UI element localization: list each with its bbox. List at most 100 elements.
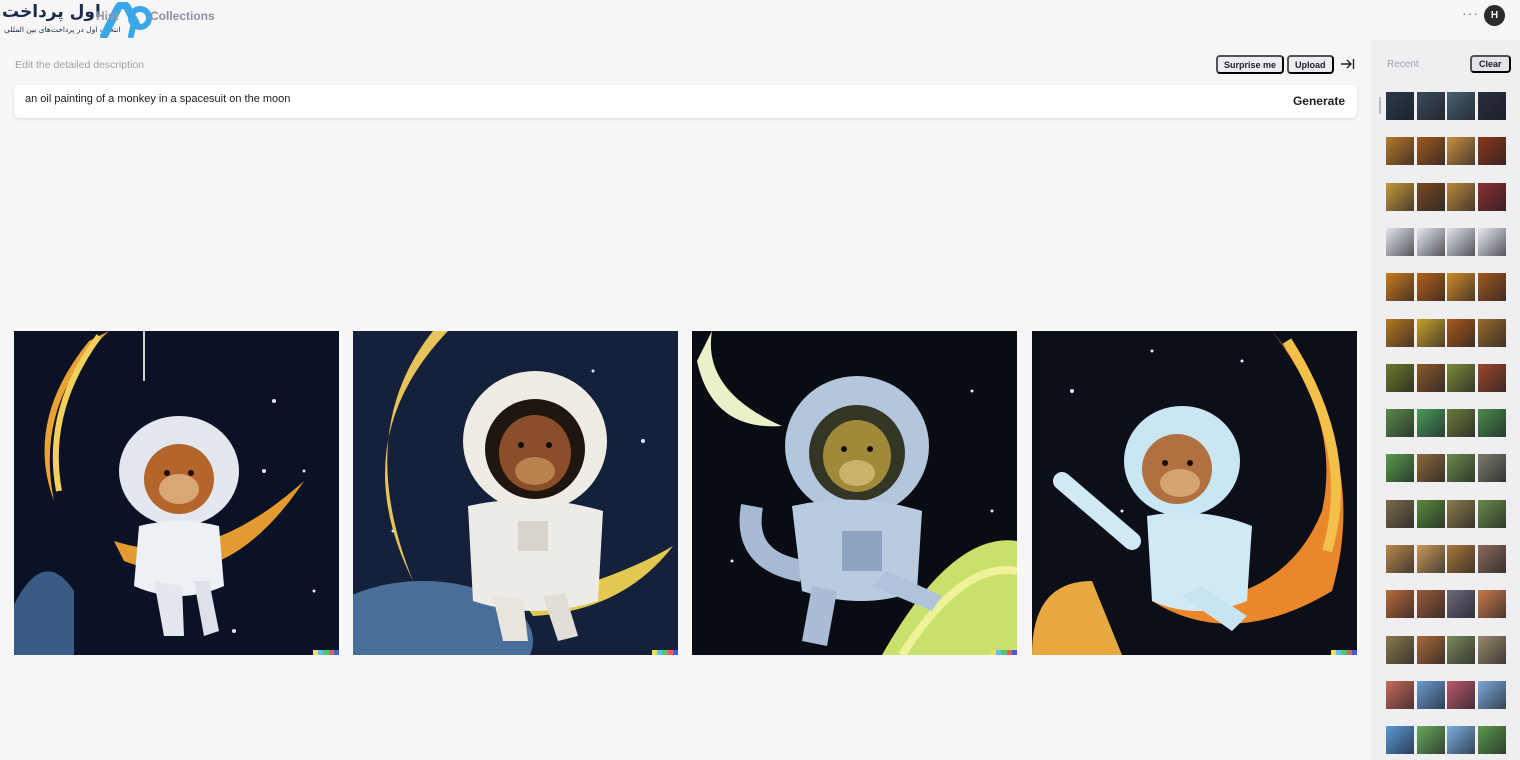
recent-thumbnail[interactable] bbox=[1477, 636, 1506, 664]
monkey-artwork-1 bbox=[14, 331, 339, 655]
upload-button[interactable]: Upload bbox=[1287, 55, 1334, 74]
recent-generation-row[interactable] bbox=[1386, 636, 1506, 664]
recent-thumbnail[interactable] bbox=[1386, 545, 1414, 573]
recent-thumbnail[interactable] bbox=[1477, 228, 1506, 256]
recent-thumbnail[interactable] bbox=[1447, 137, 1475, 165]
recent-thumbnail[interactable] bbox=[1477, 454, 1506, 482]
recent-generation-row[interactable] bbox=[1386, 409, 1506, 437]
monkey-artwork-4 bbox=[1032, 331, 1357, 655]
recent-thumbnail[interactable] bbox=[1386, 409, 1414, 437]
recent-thumbnail[interactable] bbox=[1477, 590, 1506, 618]
generate-button[interactable]: Generate bbox=[1293, 94, 1345, 108]
recent-thumbnail[interactable] bbox=[1416, 500, 1445, 528]
recent-thumbnail[interactable] bbox=[1477, 92, 1506, 120]
recent-thumbnail[interactable] bbox=[1477, 500, 1506, 528]
recent-generation-row[interactable] bbox=[1386, 454, 1506, 482]
recent-thumbnail[interactable] bbox=[1447, 636, 1475, 664]
recent-thumbnail[interactable] bbox=[1477, 364, 1506, 392]
avatar-initial: H bbox=[1490, 10, 1499, 21]
nav-history-link[interactable]: Hist bbox=[96, 9, 119, 23]
prompt-label: Edit the detailed description bbox=[15, 59, 144, 71]
result-image-1[interactable] bbox=[14, 331, 339, 655]
signature-bar bbox=[652, 650, 678, 655]
recent-thumbnail[interactable] bbox=[1447, 545, 1475, 573]
recent-thumbnail[interactable] bbox=[1447, 364, 1475, 392]
recent-thumbnail[interactable] bbox=[1447, 454, 1475, 482]
recent-generation-row[interactable] bbox=[1386, 545, 1506, 573]
result-image-2[interactable] bbox=[353, 331, 678, 655]
recent-thumbnail[interactable] bbox=[1447, 681, 1475, 709]
recent-thumbnail[interactable] bbox=[1447, 273, 1475, 301]
recent-thumbnail[interactable] bbox=[1386, 500, 1414, 528]
brand-logo[interactable]: اول پرداخت انتخاب اول در پرداخت‌های بین … bbox=[0, 0, 155, 40]
recent-generation-row[interactable] bbox=[1386, 183, 1506, 211]
recent-thumbnail[interactable] bbox=[1477, 319, 1506, 347]
recent-thumbnail[interactable] bbox=[1386, 137, 1414, 165]
recent-thumbnail[interactable] bbox=[1416, 364, 1445, 392]
recent-thumbnail[interactable] bbox=[1386, 319, 1414, 347]
result-image-4[interactable] bbox=[1032, 331, 1357, 655]
recent-thumbnail[interactable] bbox=[1416, 183, 1445, 211]
recent-thumbnail[interactable] bbox=[1447, 500, 1475, 528]
user-avatar[interactable]: H bbox=[1484, 5, 1505, 26]
recent-thumbnail[interactable] bbox=[1386, 636, 1414, 664]
top-bar: اول پرداخت انتخاب اول در پرداخت‌های بین … bbox=[0, 0, 1520, 38]
recent-generation-row[interactable] bbox=[1386, 500, 1506, 528]
recent-thumbnail[interactable] bbox=[1477, 273, 1506, 301]
recent-thumbnail[interactable] bbox=[1447, 409, 1475, 437]
recent-thumbnail[interactable] bbox=[1416, 92, 1445, 120]
recent-generation-row[interactable] bbox=[1386, 273, 1506, 301]
prompt-input[interactable] bbox=[25, 93, 1125, 105]
recent-thumbnail[interactable] bbox=[1386, 726, 1414, 754]
recent-thumbnail[interactable] bbox=[1386, 92, 1414, 120]
recent-generation-row[interactable] bbox=[1386, 92, 1506, 120]
recent-thumbnail[interactable] bbox=[1416, 590, 1445, 618]
recent-thumbnail[interactable] bbox=[1386, 364, 1414, 392]
recent-thumbnail[interactable] bbox=[1416, 545, 1445, 573]
recent-thumbnail[interactable] bbox=[1416, 454, 1445, 482]
recent-thumbnail[interactable] bbox=[1386, 454, 1414, 482]
monkey-artwork-3 bbox=[692, 331, 1017, 655]
recent-generation-row[interactable] bbox=[1386, 228, 1506, 256]
recent-thumbnail[interactable] bbox=[1386, 183, 1414, 211]
signature-swatch bbox=[1011, 650, 1017, 655]
recent-thumbnail[interactable] bbox=[1416, 636, 1445, 664]
recent-generation-row[interactable] bbox=[1386, 319, 1506, 347]
recent-thumbnail[interactable] bbox=[1416, 228, 1445, 256]
recent-thumbnail[interactable] bbox=[1477, 545, 1506, 573]
recent-thumbnail[interactable] bbox=[1386, 590, 1414, 618]
recent-thumbnail[interactable] bbox=[1447, 726, 1475, 754]
recent-thumbnail[interactable] bbox=[1477, 726, 1506, 754]
recent-generation-row[interactable] bbox=[1386, 681, 1506, 709]
clear-recent-button[interactable]: Clear bbox=[1470, 55, 1511, 73]
recent-thumbnail[interactable] bbox=[1416, 681, 1445, 709]
recent-thumbnail[interactable] bbox=[1416, 726, 1445, 754]
recent-thumbnail[interactable] bbox=[1386, 681, 1414, 709]
recent-generation-row[interactable] bbox=[1386, 590, 1506, 618]
recent-thumbnail[interactable] bbox=[1416, 319, 1445, 347]
recent-thumbnail[interactable] bbox=[1416, 273, 1445, 301]
recent-generation-row[interactable] bbox=[1386, 726, 1506, 754]
recent-thumbnail[interactable] bbox=[1477, 409, 1506, 437]
recent-thumbnail[interactable] bbox=[1477, 681, 1506, 709]
more-options-icon[interactable]: ··· bbox=[1462, 5, 1479, 21]
surprise-me-button[interactable]: Surprise me bbox=[1216, 55, 1285, 74]
recent-thumbnail[interactable] bbox=[1447, 183, 1475, 211]
recent-thumbnail[interactable] bbox=[1447, 319, 1475, 347]
recent-thumbnail[interactable] bbox=[1416, 137, 1445, 165]
signature-swatch bbox=[333, 650, 339, 655]
recent-thumbnail[interactable] bbox=[1447, 92, 1475, 120]
recent-thumbnail[interactable] bbox=[1386, 228, 1414, 256]
recent-generation-row[interactable] bbox=[1386, 364, 1506, 392]
collapse-sidebar-icon[interactable] bbox=[1340, 57, 1355, 71]
recent-thumbnail[interactable] bbox=[1447, 590, 1475, 618]
recent-thumbnail[interactable] bbox=[1477, 137, 1506, 165]
scroll-indicator[interactable] bbox=[1379, 97, 1381, 114]
recent-generation-row[interactable] bbox=[1386, 137, 1506, 165]
recent-thumbnail[interactable] bbox=[1386, 273, 1414, 301]
recent-thumbnail[interactable] bbox=[1447, 228, 1475, 256]
recent-thumbnail[interactable] bbox=[1477, 183, 1506, 211]
result-image-3[interactable] bbox=[692, 331, 1017, 655]
nav-collections-link[interactable]: Collections bbox=[150, 9, 215, 23]
recent-thumbnail[interactable] bbox=[1416, 409, 1445, 437]
